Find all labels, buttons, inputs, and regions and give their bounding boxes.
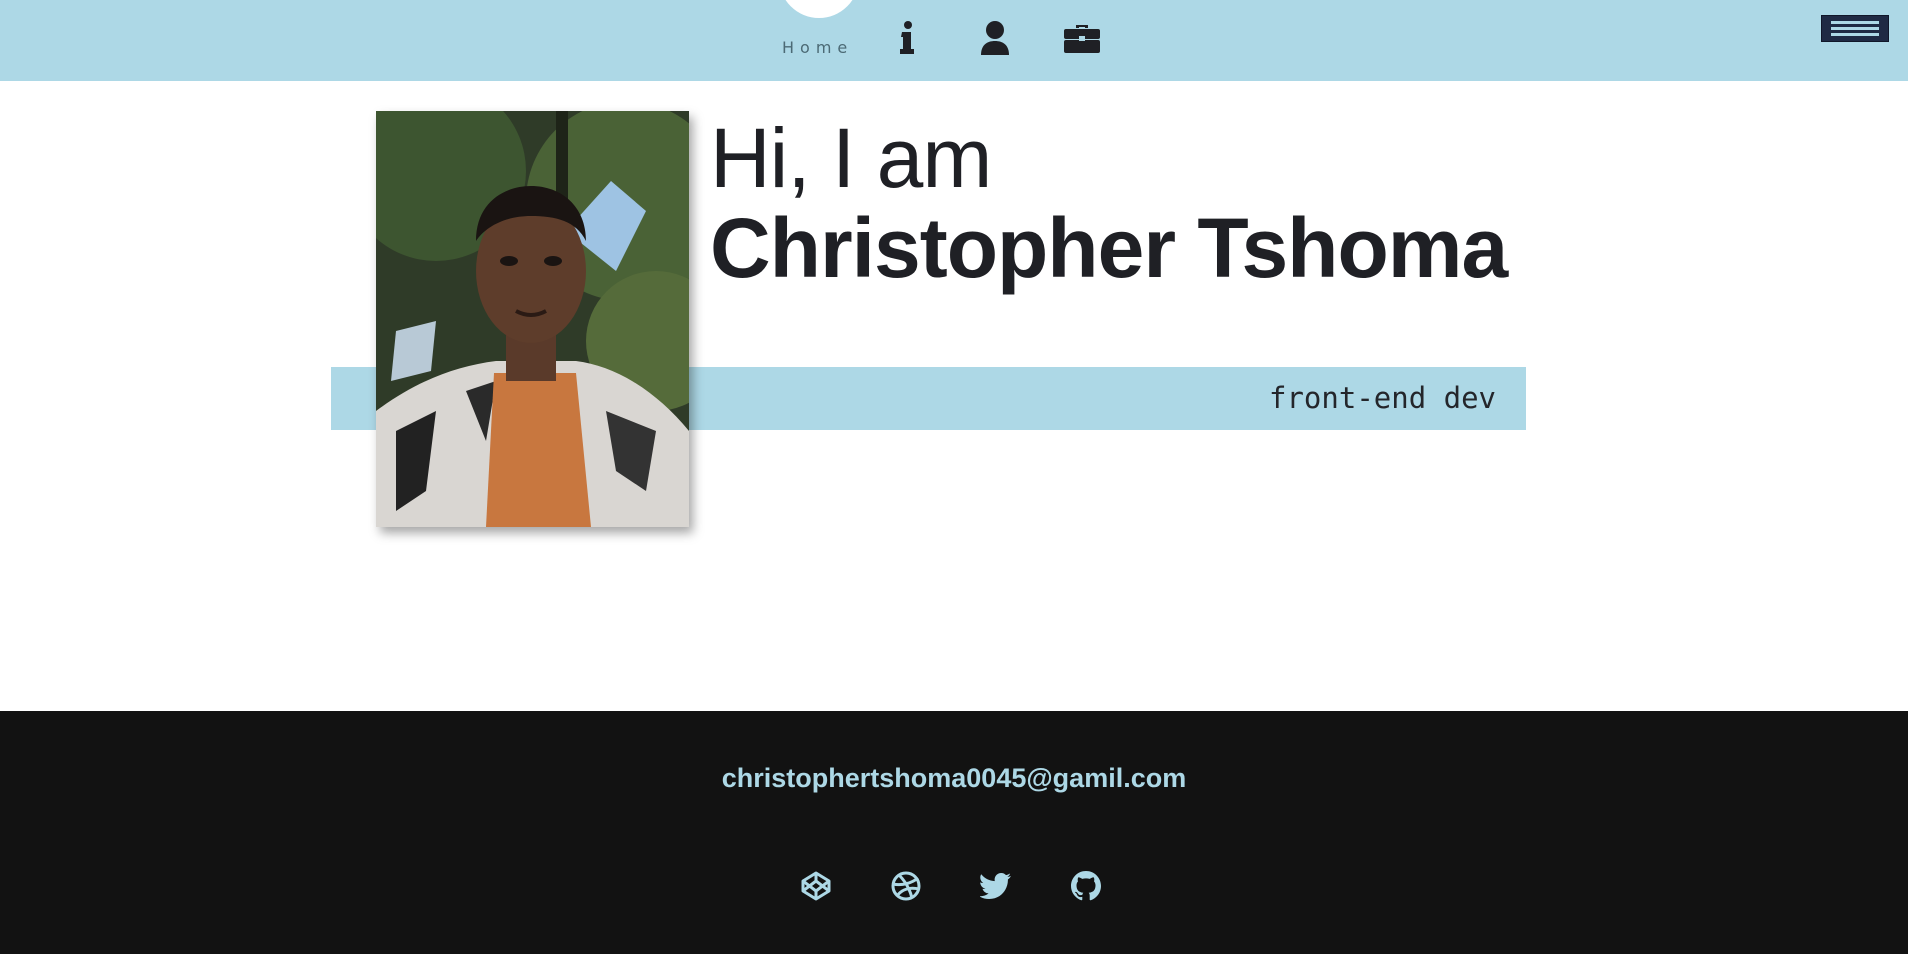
email-link[interactable]: christophertshoma0045@gamil.com: [0, 763, 1908, 794]
greeting-text: Hi, I am: [710, 111, 992, 205]
role-text: front-end dev: [1269, 381, 1496, 415]
footer: christophertshoma0045@gamil.com: [0, 711, 1908, 954]
hamburger-menu-icon[interactable]: [1821, 15, 1889, 42]
top-navigation-bar: Home: [0, 0, 1908, 81]
person-name-heading: Christopher Tshoma: [710, 201, 1508, 295]
person-icon[interactable]: [975, 18, 1015, 58]
home-circle-decoration: [779, 0, 859, 18]
github-icon[interactable]: [1068, 868, 1104, 904]
dribbble-icon[interactable]: [888, 868, 924, 904]
twitter-icon[interactable]: [978, 868, 1014, 904]
portrait-photo: [376, 111, 689, 527]
briefcase-icon[interactable]: [1062, 18, 1102, 58]
nav-home-link[interactable]: Home: [782, 38, 853, 57]
info-icon[interactable]: [887, 18, 927, 58]
codepen-icon[interactable]: [798, 868, 834, 904]
